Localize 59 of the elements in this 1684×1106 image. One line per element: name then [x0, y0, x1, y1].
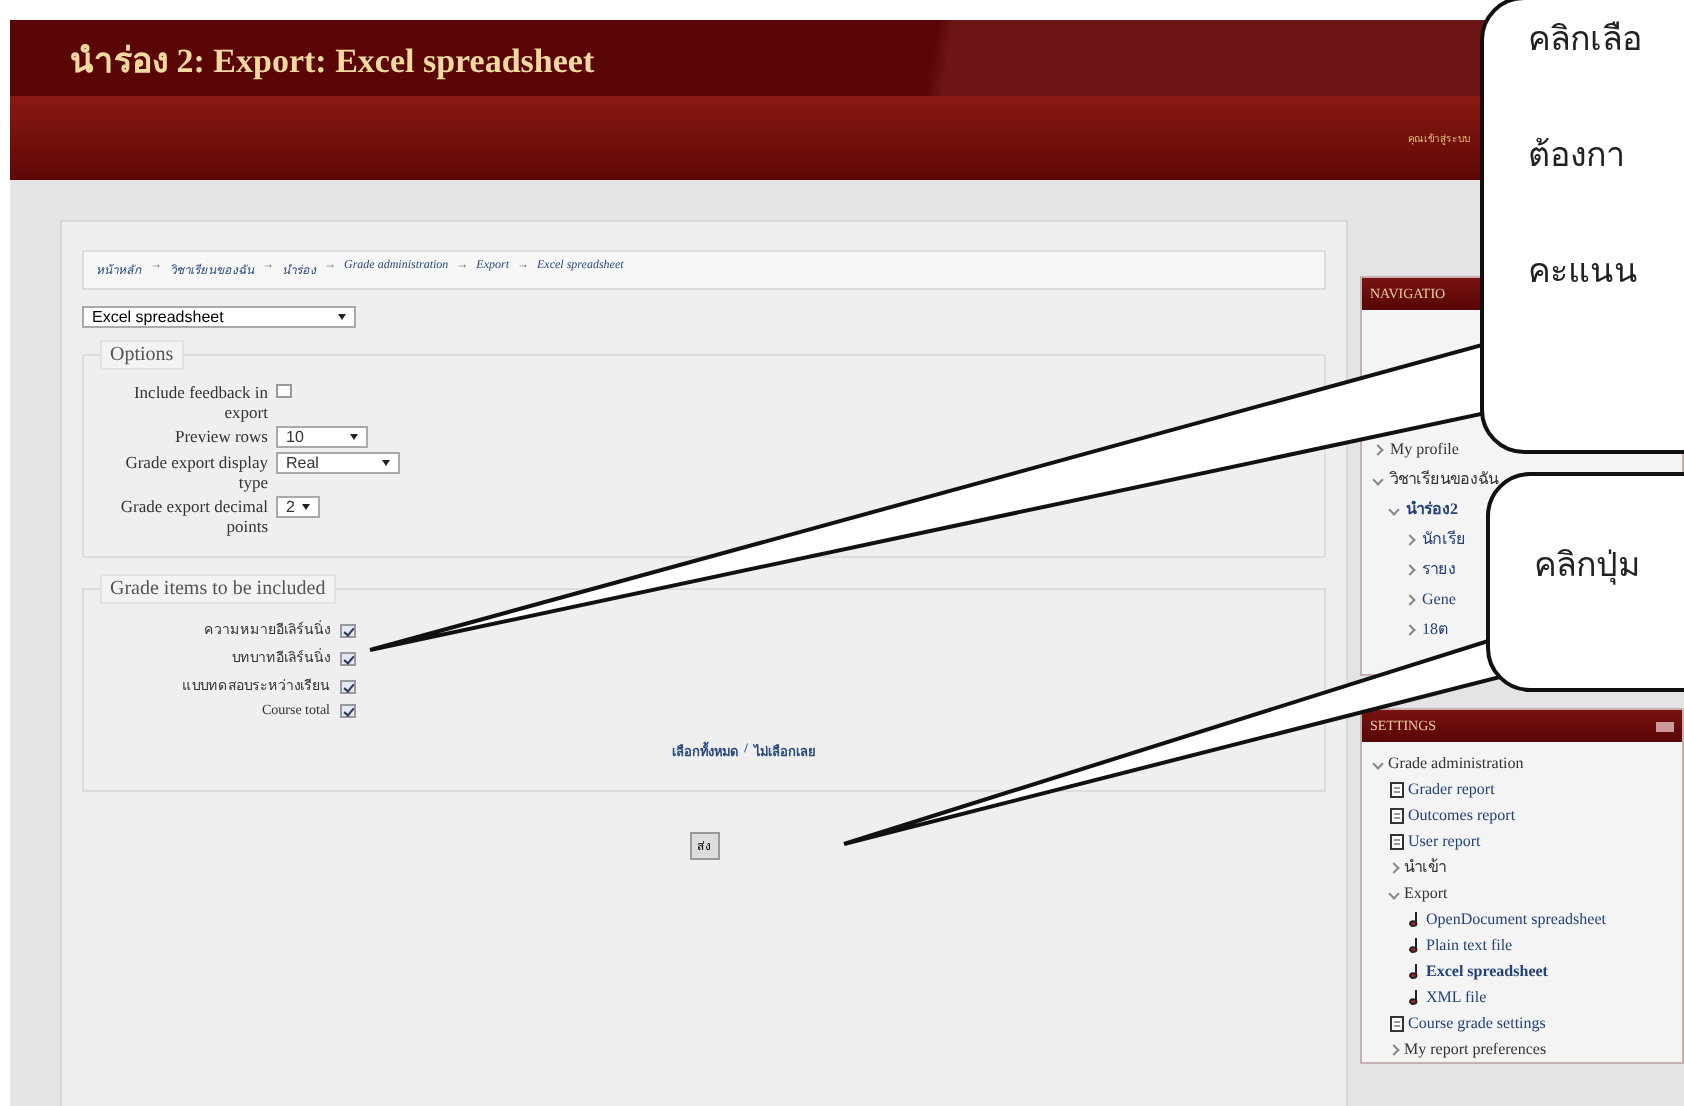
settings-item[interactable]: OpenDocument spreadsheet — [1426, 910, 1606, 928]
dropdown[interactable]: 10 — [276, 426, 368, 448]
callout-text: คลิกเลือ — [1528, 18, 1644, 64]
callout-text: คะแนน — [1528, 250, 1640, 296]
checkbox[interactable] — [276, 384, 292, 398]
field-label: Grade export display type — [123, 452, 268, 492]
tool-icon — [1406, 988, 1422, 1006]
caret-icon — [338, 314, 346, 320]
nav-item[interactable]: รายง — [1422, 556, 1456, 582]
chevron-right-icon[interactable] — [1372, 443, 1384, 455]
nav-item[interactable]: Gene — [1422, 590, 1456, 608]
chevron-right-icon[interactable] — [1388, 1043, 1400, 1055]
settings-item[interactable]: Outcomes report — [1408, 806, 1516, 824]
chevron-right-icon[interactable] — [1404, 563, 1416, 575]
checkbox[interactable] — [340, 704, 356, 718]
tool-icon — [1406, 910, 1422, 928]
field-label: Preview rows — [172, 426, 268, 446]
settings-item[interactable]: User report — [1408, 832, 1481, 850]
caret-icon — [382, 460, 390, 466]
chevron-right-icon[interactable] — [1404, 623, 1416, 635]
settings-item[interactable]: XML file — [1426, 988, 1487, 1006]
tool-icon — [1406, 936, 1422, 954]
caret-icon — [302, 504, 311, 510]
document-icon — [1390, 807, 1404, 823]
settings-item[interactable]: Export — [1404, 884, 1448, 902]
settings-item[interactable]: Plain text file — [1426, 936, 1513, 954]
nav-item[interactable]: วิชาเรียนของฉัน — [1390, 466, 1498, 492]
settings-item[interactable]: Course grade settings — [1408, 1014, 1546, 1032]
document-icon — [1390, 781, 1404, 797]
checkbox[interactable] — [340, 623, 356, 637]
block-toggle-icon[interactable] — [1656, 721, 1674, 731]
callout-text: คลิกปุ่ม — [1534, 546, 1640, 586]
field-label: Grade export decimal points — [118, 496, 268, 536]
settings-item[interactable]: นำเข้า — [1404, 854, 1446, 880]
chevron-right-icon[interactable] — [1388, 861, 1400, 873]
chevron-right-icon[interactable] — [1404, 593, 1416, 605]
nav-item[interactable]: นักเรีย — [1422, 526, 1466, 552]
nav-item[interactable]: My profile — [1390, 440, 1459, 458]
page-title: นำร่อง 2: Export: Excel spreadsheet — [70, 39, 595, 84]
nav-item[interactable]: 18ต — [1422, 616, 1448, 642]
document-icon — [1390, 833, 1404, 849]
dropdown[interactable]: 2 — [276, 496, 320, 518]
checkbox[interactable] — [340, 679, 356, 693]
section-legend: Grade items to be included — [100, 574, 336, 604]
section-legend: Options — [100, 340, 184, 370]
field-label: Include feedback in export — [131, 382, 268, 422]
settings-item[interactable]: Excel spreadsheet — [1426, 962, 1548, 980]
document-icon — [1390, 1015, 1404, 1031]
dropdown[interactable]: Real — [276, 452, 400, 474]
tool-icon — [1406, 962, 1422, 980]
callout-text: ต้องกา — [1528, 134, 1628, 180]
settings-item[interactable]: My report preferences — [1404, 1040, 1547, 1058]
chevron-right-icon[interactable] — [1404, 533, 1416, 545]
caret-icon — [350, 434, 358, 440]
checkbox[interactable] — [340, 651, 356, 665]
settings-item[interactable]: Grade administration — [1388, 754, 1524, 772]
export-format-dropdown[interactable]: Excel spreadsheet — [82, 306, 356, 328]
nav-item[interactable]: นำร่อง2 — [1406, 496, 1458, 522]
settings-item[interactable]: Grader report — [1408, 780, 1495, 798]
